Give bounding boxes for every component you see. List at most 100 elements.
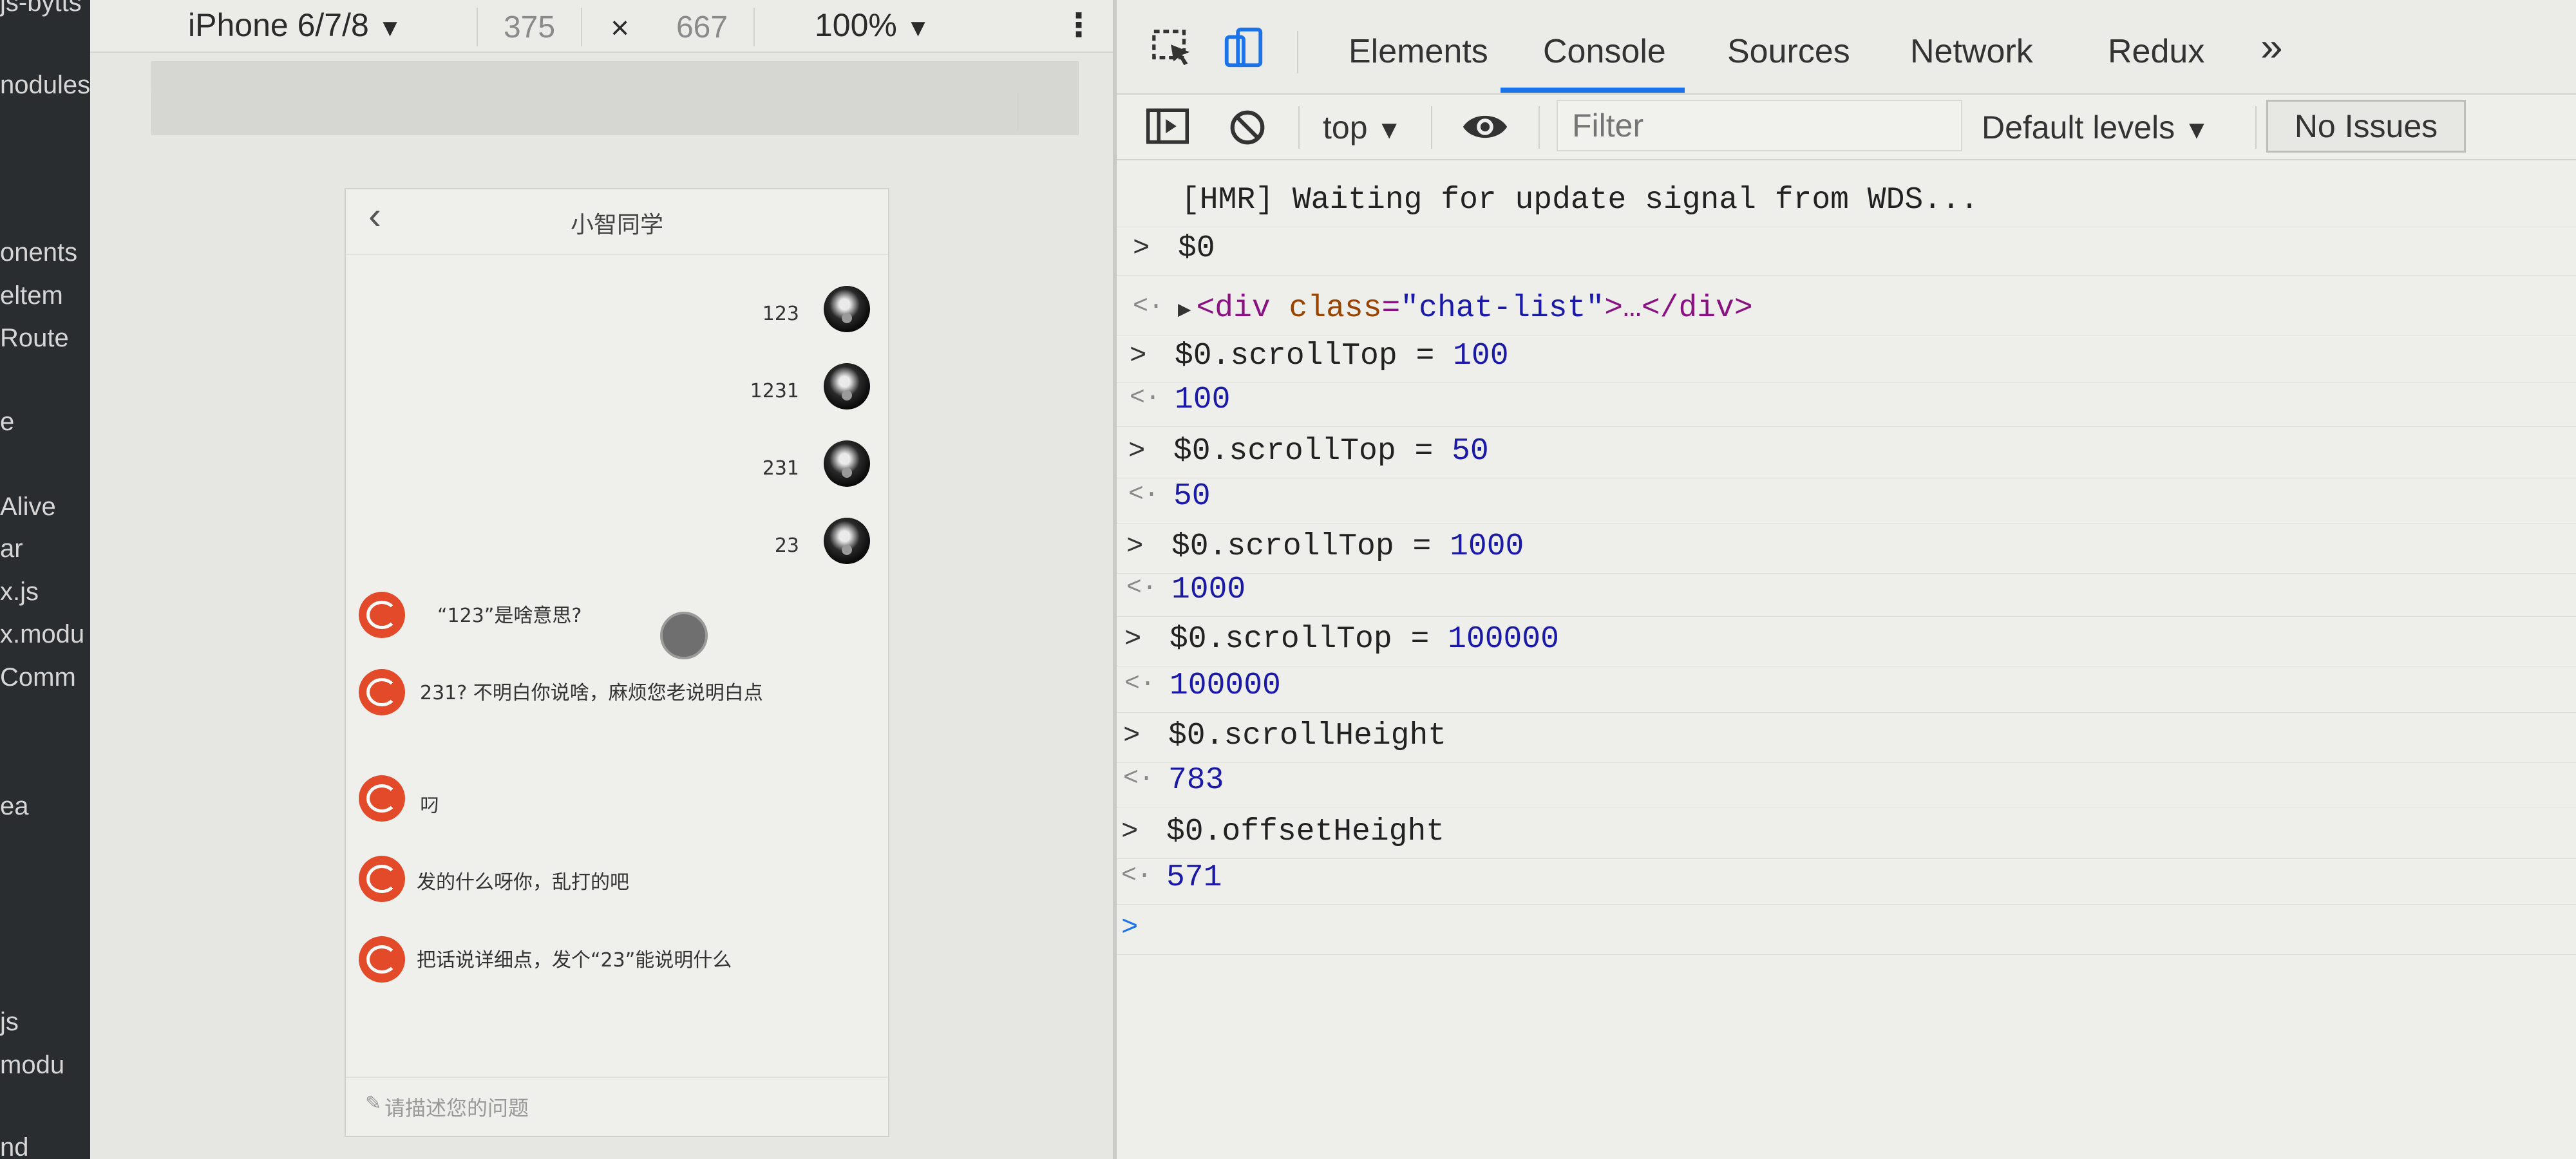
console-prompt-line[interactable]: >: [1117, 901, 2576, 955]
clear-console-icon[interactable]: [1227, 108, 1267, 151]
file-tree-item[interactable]: ea: [0, 792, 29, 821]
log-levels-select[interactable]: Default levels ▼: [1982, 109, 2210, 146]
sidebar-toggle-icon[interactable]: [1146, 106, 1189, 149]
console-output-line: <· 100000: [1117, 659, 2576, 713]
bot-avatar-icon: [359, 775, 405, 822]
bot-avatar-icon: [359, 856, 405, 902]
console-log-line: [HMR] Waiting for update signal from WDS…: [1117, 174, 2576, 227]
chat-header: ‹ 小智同学: [346, 189, 888, 255]
sent-message-text: 23: [774, 534, 799, 557]
prompt-arrow-icon: >: [1124, 623, 1142, 655]
zoom-select[interactable]: 100% ▼: [815, 6, 930, 44]
device-width-input[interactable]: 375: [477, 8, 582, 46]
context-select[interactable]: top ▼: [1323, 109, 1402, 146]
device-height-input[interactable]: 667: [650, 8, 755, 46]
toolbar-separator: [1297, 31, 1298, 73]
issues-button[interactable]: No Issues: [2266, 100, 2466, 153]
file-tree-item[interactable]: e: [0, 408, 14, 437]
tab-elements[interactable]: Elements: [1349, 32, 1488, 71]
file-tree-item[interactable]: Route: [0, 324, 69, 353]
file-tree-item[interactable]: onents: [0, 238, 77, 267]
console-input-line: > $0.scrollTop = 100000: [1117, 613, 2576, 666]
file-tree-item[interactable]: eltem: [0, 281, 63, 310]
inspect-element-icon[interactable]: [1150, 26, 1195, 74]
console-text: 50: [1173, 479, 1211, 514]
bot-message-text: 发的什么呀你，乱打的吧: [417, 871, 629, 894]
user-avatar: [824, 286, 870, 332]
file-tree-item[interactable]: js-bytts: [0, 0, 82, 17]
console-text: $0.scrollTop = 50: [1173, 434, 1489, 469]
user-avatar: [824, 363, 870, 410]
toolbar-separator: [1298, 106, 1300, 149]
media-query-bar[interactable]: [151, 61, 1079, 135]
prompt-arrow-icon: >: [1133, 232, 1150, 265]
console-output[interactable]: [HMR] Waiting for update signal from WDS…: [1117, 161, 2576, 1159]
file-tree-item[interactable]: Comm: [0, 663, 76, 692]
prompt-arrow-icon: >: [1130, 340, 1147, 372]
devtools-tab-bar: Elements Console Sources Network Redux »: [1117, 0, 2576, 95]
dimension-times: ×: [611, 10, 630, 46]
tab-redux[interactable]: Redux: [2108, 32, 2204, 71]
result-arrow-icon: <·: [1133, 292, 1164, 321]
console-toolbar: top ▼ Default levels ▼ No Issues: [1117, 95, 2576, 160]
console-text: 100000: [1170, 668, 1281, 703]
console-input-line: > $0: [1117, 222, 2576, 276]
file-tree-item[interactable]: Alive: [0, 493, 56, 522]
console-text: 571: [1166, 860, 1222, 895]
file-tree-item[interactable]: x.js: [0, 578, 39, 607]
user-avatar: [824, 518, 870, 564]
file-tree-item[interactable]: nodules: [0, 71, 90, 100]
tab-network[interactable]: Network: [1910, 32, 2033, 71]
bot-avatar-icon: [359, 669, 405, 715]
result-arrow-icon: <·: [1121, 862, 1153, 890]
chat-input[interactable]: 请描述您的问题: [384, 1092, 835, 1122]
file-tree-item[interactable]: ar: [0, 534, 23, 563]
console-text: $0.scrollHeight: [1168, 719, 1447, 753]
toolbar-separator: [1431, 106, 1432, 149]
more-options-icon[interactable]: ⋮: [1063, 6, 1095, 44]
sent-message: 23: [677, 518, 870, 569]
device-emulation-pane: iPhone 6/7/8 ▼ 375 × 667 100% ▼ ⋮ ‹ 小智同学…: [90, 0, 1113, 1159]
console-output-line: <· 50: [1117, 470, 2576, 523]
console-text: $0.offsetHeight: [1166, 815, 1445, 849]
prompt-arrow-icon: >: [1128, 435, 1146, 467]
bot-message-text: 231? 不明白你说啥，麻烦您老说明白点: [420, 682, 763, 704]
file-tree-item[interactable]: nd: [0, 1133, 29, 1159]
sent-message-text: 1231: [750, 380, 799, 402]
prompt-arrow-icon: >: [1126, 531, 1144, 563]
toolbar-separator: [2255, 106, 2257, 149]
device-name: iPhone 6/7/8: [188, 7, 369, 43]
sent-message-text: 231: [762, 457, 799, 480]
chevron-down-icon: ▼: [377, 15, 402, 42]
file-tree-item[interactable]: modu: [0, 1051, 64, 1080]
console-text: 783: [1168, 763, 1224, 798]
editor-file-tree: js-bytts nodules onents eltem Route e Al…: [0, 0, 90, 1159]
console-text: ▶ <div class="chat-list">…</div>: [1178, 291, 1753, 326]
bot-message: “123”是啥意思?: [359, 592, 874, 650]
device-toolbar-toggle-icon[interactable]: [1221, 26, 1266, 74]
console-text: $0.scrollTop = 100: [1175, 339, 1509, 373]
console-text: $0: [1178, 231, 1215, 266]
devtools-panel: Elements Console Sources Network Redux »…: [1117, 0, 2576, 1159]
console-output-line: <· 1000: [1117, 563, 2576, 617]
tab-console[interactable]: Console: [1543, 32, 1666, 71]
console-text: 100: [1175, 382, 1231, 417]
sent-message: 1231: [677, 363, 870, 415]
filter-input[interactable]: [1557, 100, 1962, 151]
device-select[interactable]: iPhone 6/7/8 ▼: [188, 6, 402, 44]
chevron-down-icon: ▼: [2184, 116, 2210, 144]
console-text: $0.scrollTop = 1000: [1171, 529, 1524, 564]
tab-sources[interactable]: Sources: [1727, 32, 1850, 71]
bot-message: 把话说详细点，发个“23”能说明什么: [359, 936, 874, 1007]
bot-avatar-icon: [359, 592, 405, 638]
bot-message: 发的什么呀你，乱打的吧: [359, 856, 874, 914]
more-tabs-icon[interactable]: »: [2260, 24, 2282, 70]
sent-message: 231: [677, 440, 870, 492]
toolbar-separator: [1539, 106, 1540, 149]
file-tree-item[interactable]: x.modu: [0, 620, 84, 649]
eye-icon[interactable]: [1461, 108, 1509, 149]
phone-viewport: ‹ 小智同学 123 1231 231 23 “123”是啥意思? 231? 不…: [345, 188, 889, 1137]
console-output-line: <· 571: [1117, 851, 2576, 905]
file-tree-item[interactable]: js: [0, 1008, 19, 1037]
console-output-line: <· 783: [1117, 754, 2576, 807]
